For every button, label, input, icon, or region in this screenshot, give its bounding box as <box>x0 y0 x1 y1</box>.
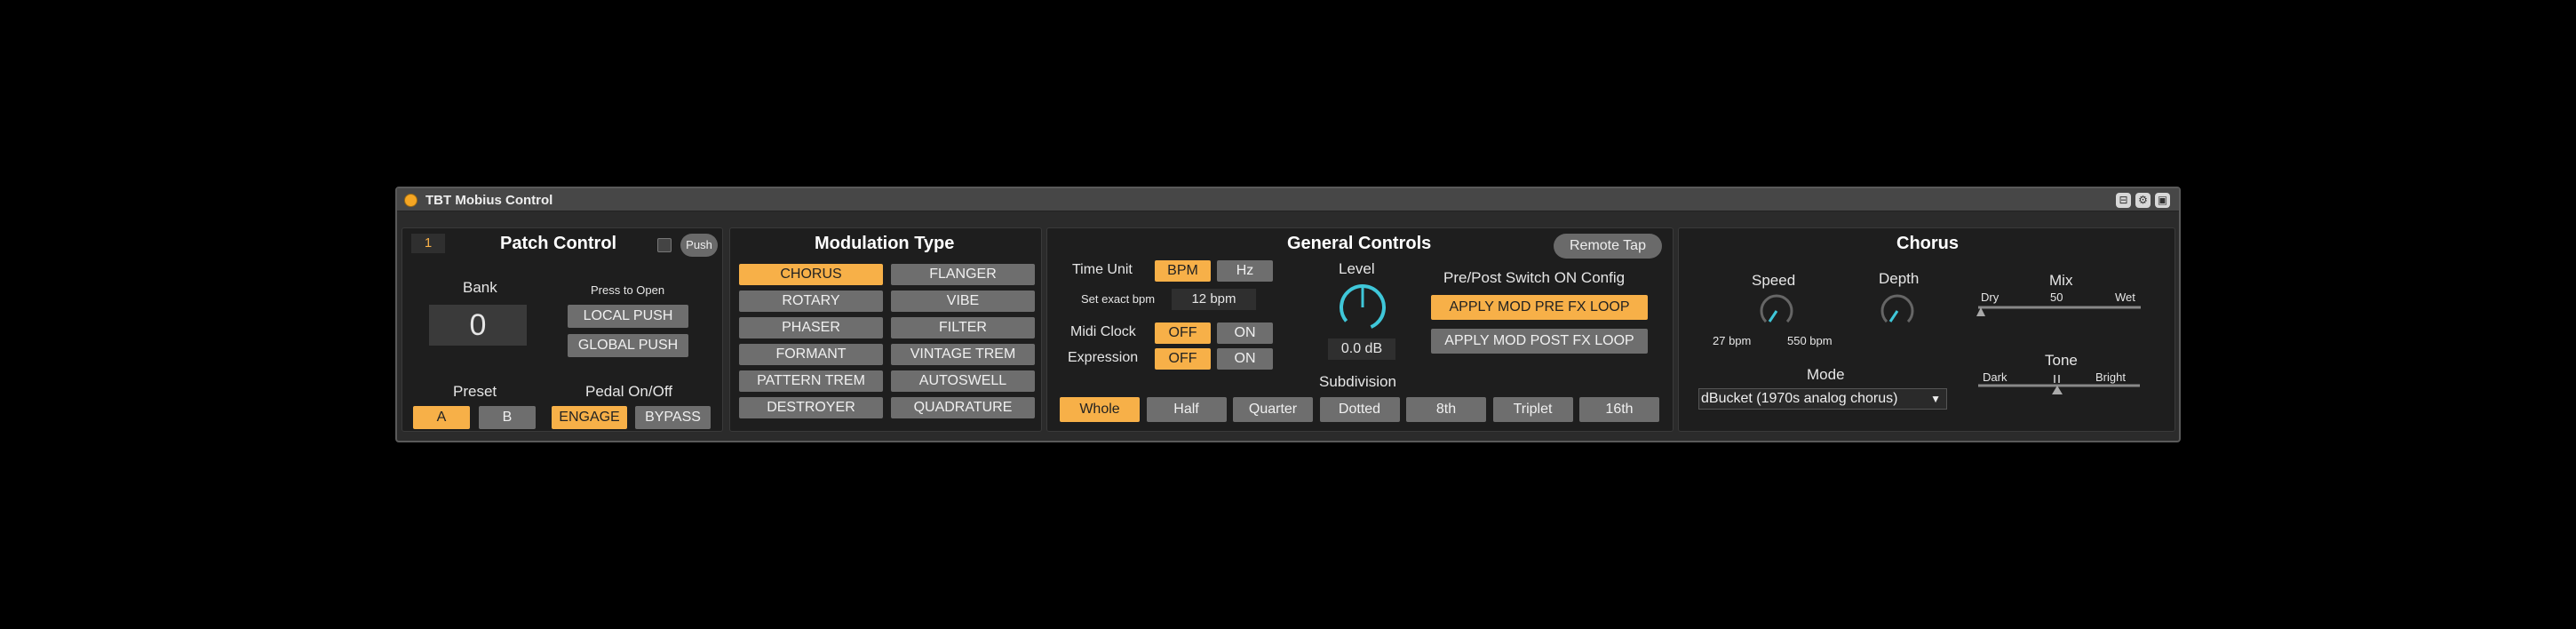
tone-label: Tone <box>2045 352 2078 369</box>
subdivision-whole-button[interactable]: Whole <box>1060 397 1140 422</box>
midi-clock-on-button[interactable]: ON <box>1217 322 1273 344</box>
bpm-button[interactable]: BPM <box>1155 260 1211 282</box>
save-icon[interactable]: ▣ <box>2155 193 2170 208</box>
local-push-button[interactable]: LOCAL PUSH <box>568 305 688 328</box>
preset-label: Preset <box>453 383 497 400</box>
exact-bpm-label: Set exact bpm <box>1081 292 1156 306</box>
bypass-button[interactable]: BYPASS <box>635 406 711 429</box>
chorus-title: Chorus <box>1896 234 1959 253</box>
device-window: TBT Mobius Control ⊟ ⚙ ▣ 1 Patch Control… <box>395 187 2181 442</box>
subdivision-quarter-button[interactable]: Quarter <box>1233 397 1313 422</box>
tone-slider[interactable] <box>1976 370 2145 397</box>
depth-knob[interactable] <box>1877 291 1918 331</box>
modulation-type-phaser-button[interactable]: PHASER <box>739 317 883 338</box>
dropdown-arrow-icon: ▼ <box>1930 393 1941 405</box>
modulation-type-quadrature-button[interactable]: QUADRATURE <box>891 397 1035 418</box>
mode-label: Mode <box>1807 366 1845 383</box>
title-bar: TBT Mobius Control ⊟ ⚙ ▣ <box>397 188 2179 211</box>
patch-control-panel: 1 Patch Control Push Bank 0 Press to Ope… <box>402 227 723 432</box>
general-controls-panel: General Controls Remote Tap Time Unit BP… <box>1046 227 1674 432</box>
push-button[interactable]: Push <box>680 234 718 257</box>
modulation-type-title: Modulation Type <box>815 234 955 253</box>
general-controls-title: General Controls <box>1287 234 1432 253</box>
subdivision-label: Subdivision <box>1319 373 1396 390</box>
mode-value: dBucket (1970s analog chorus) <box>1701 391 1898 406</box>
global-push-button[interactable]: GLOBAL PUSH <box>568 334 688 357</box>
depth-label: Depth <box>1879 270 1920 287</box>
expression-off-button[interactable]: OFF <box>1155 348 1211 370</box>
hz-button[interactable]: Hz <box>1217 260 1273 282</box>
time-unit-label: Time Unit <box>1072 262 1133 277</box>
preset-b-button[interactable]: B <box>479 406 536 429</box>
mix-wet-label: Wet <box>2115 291 2135 304</box>
window-icon[interactable]: ⊟ <box>2116 193 2131 208</box>
midi-clock-off-button[interactable]: OFF <box>1155 322 1211 344</box>
modulation-type-flanger-button[interactable]: FLANGER <box>891 264 1035 285</box>
preset-a-button[interactable]: A <box>413 406 470 429</box>
subdivision-dotted-button[interactable]: Dotted <box>1319 397 1400 422</box>
modulation-type-rotary-button[interactable]: ROTARY <box>739 291 883 312</box>
mix-value: 50 <box>2050 291 2063 304</box>
chorus-panel: Chorus Speed 27 bpm 550 bpm Depth Mix Dr… <box>1678 227 2175 432</box>
press-to-open-label: Press to Open <box>591 283 665 297</box>
bank-value[interactable]: 0 <box>429 305 527 346</box>
expression-on-button[interactable]: ON <box>1217 348 1273 370</box>
apply-mod-post-fx-loop-button[interactable]: APPLY MOD POST FX LOOP <box>1431 329 1648 354</box>
speed-min-label: 27 bpm <box>1713 334 1752 347</box>
settings-icon[interactable]: ⚙ <box>2135 193 2151 208</box>
push-checkbox[interactable] <box>657 238 672 252</box>
mode-dropdown[interactable]: dBucket (1970s analog chorus) ▼ <box>1698 388 1947 410</box>
subdivision-8th-button[interactable]: 8th <box>1406 397 1486 422</box>
level-label: Level <box>1339 260 1375 277</box>
exact-bpm-field[interactable]: 12 bpm <box>1172 289 1256 310</box>
modulation-type-formant-button[interactable]: FORMANT <box>739 344 883 365</box>
patch-number[interactable]: 1 <box>411 234 445 253</box>
mix-dry-label: Dry <box>1981 291 2000 304</box>
speed-max-label: 550 bpm <box>1787 334 1833 347</box>
remote-tap-button[interactable]: Remote Tap <box>1554 234 1662 259</box>
midi-clock-label: Midi Clock <box>1070 324 1136 339</box>
modulation-type-autoswell-button[interactable]: AUTOSWELL <box>891 370 1035 392</box>
subdivision-16th-button[interactable]: 16th <box>1579 397 1659 422</box>
subdivision-triplet-button[interactable]: Triplet <box>1492 397 1573 422</box>
level-value[interactable]: 0.0 dB <box>1328 338 1395 360</box>
pedal-on-off-label: Pedal On/Off <box>585 383 672 400</box>
device-title: TBT Mobius Control <box>425 193 553 208</box>
modulation-type-destroyer-button[interactable]: DESTROYER <box>739 397 883 418</box>
modulation-type-vintage-trem-button[interactable]: VINTAGE TREM <box>891 344 1035 365</box>
modulation-type-chorus-button[interactable]: CHORUS <box>739 264 883 285</box>
subdivision-half-button[interactable]: Half <box>1146 397 1227 422</box>
bank-label: Bank <box>463 279 497 296</box>
apply-mod-pre-fx-loop-button[interactable]: APPLY MOD PRE FX LOOP <box>1431 295 1648 320</box>
modulation-type-filter-button[interactable]: FILTER <box>891 317 1035 338</box>
engage-button[interactable]: ENGAGE <box>552 406 627 429</box>
mix-label: Mix <box>2049 272 2073 289</box>
mix-slider[interactable] <box>1976 303 2145 321</box>
speed-knob[interactable] <box>1756 291 1797 331</box>
modulation-type-vibe-button[interactable]: VIBE <box>891 291 1035 312</box>
modulation-type-panel: Modulation Type CHORUS FLANGER ROTARY VIBE P… <box>729 227 1042 432</box>
device-power-icon[interactable] <box>404 194 417 207</box>
modulation-type-pattern-trem-button[interactable]: PATTERN TREM <box>739 370 883 392</box>
expression-label: Expression <box>1068 350 1139 365</box>
patch-control-title: Patch Control <box>500 234 617 253</box>
level-knob[interactable] <box>1336 281 1389 334</box>
speed-label: Speed <box>1752 272 1796 289</box>
prepost-config-label: Pre/Post Switch ON Config <box>1443 269 1626 286</box>
